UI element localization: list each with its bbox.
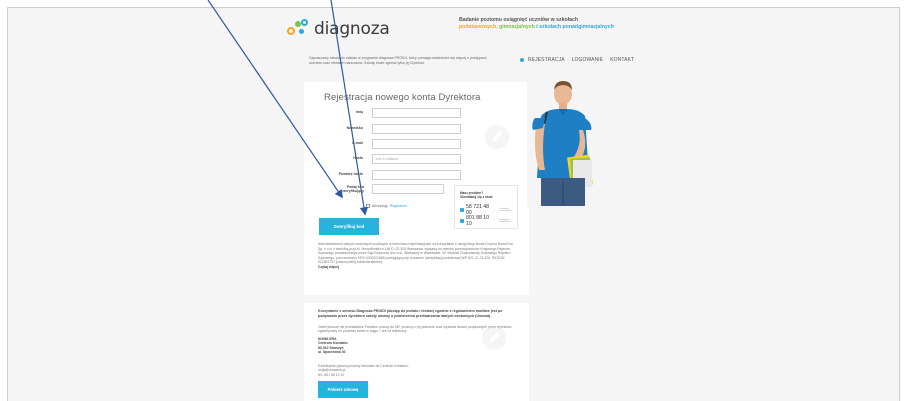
student-image [527,78,599,206]
logo-icon [287,19,311,39]
password-input[interactable]: min 6 znaków [372,154,461,164]
accept-checkbox[interactable] [366,204,370,208]
phone-mobile-number: 801 88 10 10 [465,215,490,227]
verify-code-button[interactable]: Zweryfikuj kod [319,218,379,235]
help-title: Masz problem? Skontaktuj się z nami [460,191,492,199]
help-title-line2: Skontaktuj się z nami [460,195,493,199]
field-row-first-name: Imię [304,108,529,120]
first-name-label: Imię [355,110,363,114]
field-row-last-name: Nazwisko [304,124,529,136]
password-repeat-label: Powtórz hasło [338,172,363,176]
field-row-password: Hasło min 6 znaków [304,154,529,166]
email-label: E-mail [352,141,363,145]
tagline-primary: podstawowych, [459,24,498,30]
field-row-password-repeat: Powtórz hasło [304,170,529,182]
password-repeat-input[interactable] [372,170,461,180]
password-label: Hasło [353,156,363,160]
captcha-label: Podaj kod weryfikujący [342,185,364,194]
admin-info-text: Administratorem danych osobowych podanyc… [318,242,516,270]
download-agreement-button[interactable]: Pobierz umowę [318,381,368,398]
phone-icon [460,208,464,212]
read-more-link[interactable]: Czytaj więcej [318,265,516,270]
registration-card: Rejestracja nowego konta Dyrektora Imię … [304,82,529,295]
tagline: Badanie poziomu osiągnięć uczniów w szko… [459,17,614,31]
phone-mobile-note: z telefonów komórkowych [499,218,512,223]
accept-text: Akceptuję [372,204,388,208]
top-nav: REJESTRACJA LOGOWANIE KONTAKT [520,57,641,63]
logo[interactable]: diagnoza [287,19,390,39]
tagline-line2: podstawowych, gimnazjalnych i szkołach p… [459,24,614,31]
help-box: Masz problem? Skontaktuj się z nami 58 7… [454,185,518,229]
agreement-card: Korzystanie z serwisu Diagnoza PROIDI (d… [304,303,529,401]
tagline-line1: Badanie poziomu osiągnięć uczniów w szko… [459,17,579,23]
first-name-input[interactable] [372,108,461,118]
mobile-icon [460,219,464,223]
contact-phone: tel.: 801 88 10 10 [318,372,345,377]
agreement-heading: Korzystanie z serwisu Diagnoza PROIDI (d… [318,309,503,318]
address-line: ul. Spacerowa 30 [318,350,346,355]
nav-active-dot [520,58,524,62]
tagline-secondary: i szkołach ponadgimnazjalnych [536,24,614,30]
logo-text: diagnoza [314,19,390,39]
email-input[interactable] [372,139,461,149]
admin-info-body: Administratorem danych osobowych podanyc… [318,242,513,265]
captcha-input[interactable] [372,184,444,194]
tagline-middle: gimnazjalnych [499,24,535,30]
intro-text: Zapraszamy szkoły do udziału w programie… [309,56,487,65]
last-name-label: Nazwisko [346,126,363,130]
phone-mobile: 801 88 10 10 z telefonów komórkowych [460,215,517,227]
field-row-email: E-mail [304,139,529,151]
form-title: Rejestracja nowego konta Dyrektora [324,92,481,103]
nav-item-login[interactable]: LOGOWANIE [572,57,604,63]
last-name-input[interactable] [372,124,461,134]
mailing-address: NOWA ERA Centrum Kontaktu 83-010 Straszy… [318,337,348,355]
pencil-icon [482,326,506,350]
nav-item-register[interactable]: REJESTRACJA [528,57,565,63]
nav-item-contact[interactable]: KONTAKT [610,57,634,63]
contact-info: Ewentualne pytania prosimy kierować do C… [318,364,478,377]
phone-landline-note: z telefonów stacjonarnych [499,207,512,212]
terms-link[interactable]: Regulamin [390,204,407,208]
accept-terms: Akceptuję Regulamin [366,204,407,208]
